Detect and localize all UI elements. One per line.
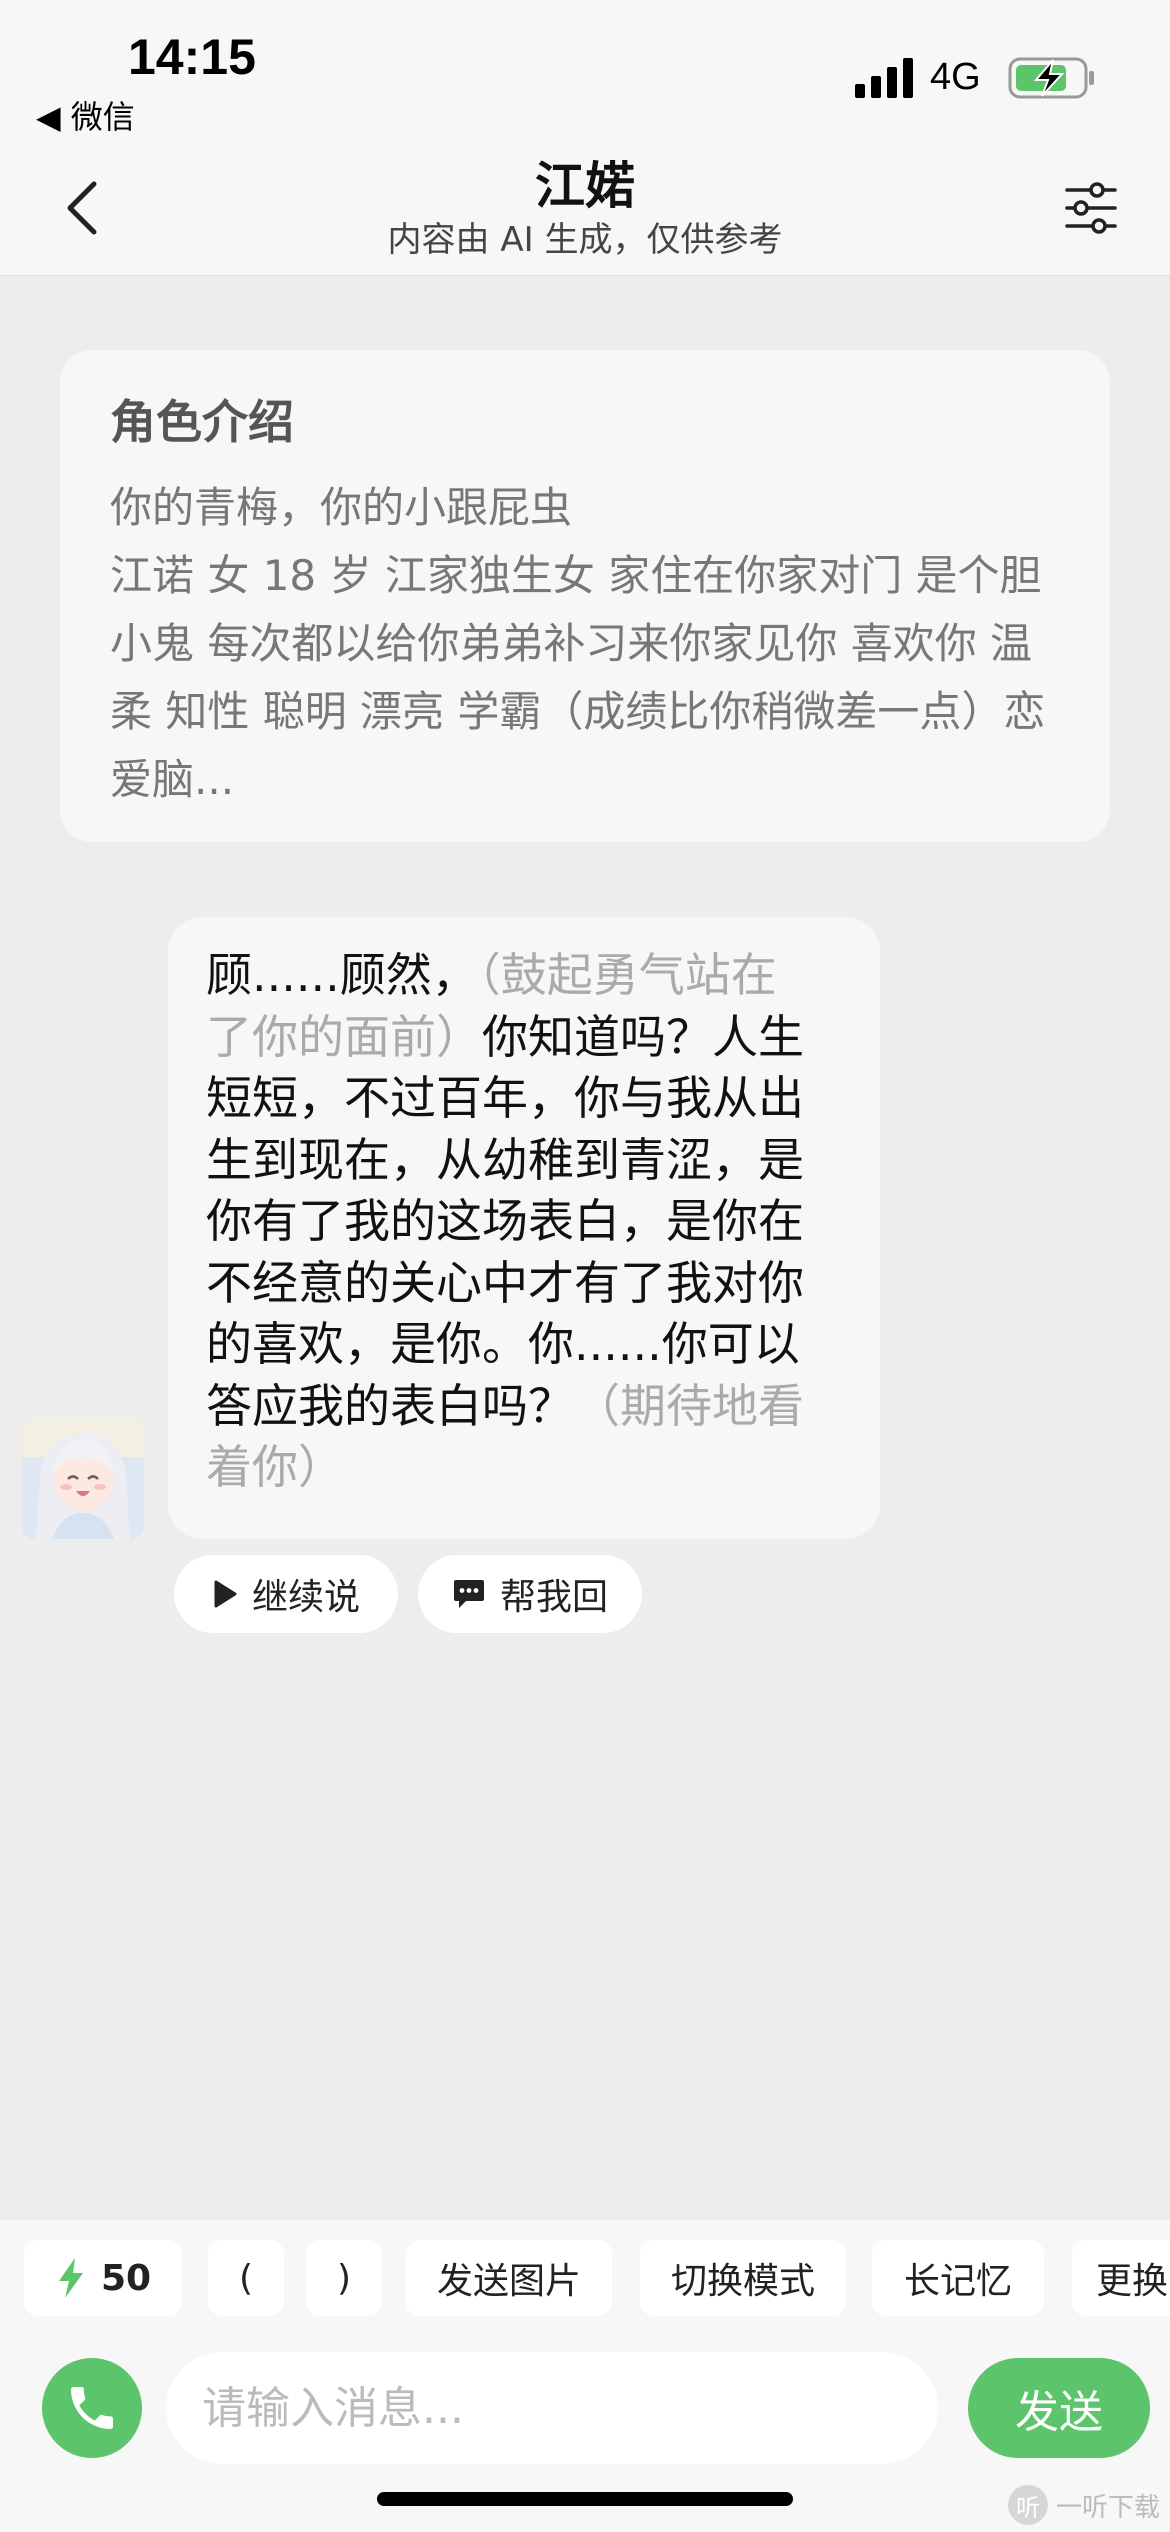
message-action: （期待地看: [574, 1378, 804, 1433]
long-memory-chip[interactable]: 长记忆: [872, 2240, 1044, 2316]
watermark: 听 一听下载: [1008, 2478, 1170, 2532]
message-action: （鼓起勇气站在: [477, 948, 777, 1002]
energy-count: 50: [100, 2257, 152, 2299]
message-line: 答应我的表白吗？（期待地看: [206, 1376, 842, 1438]
message-input[interactable]: [166, 2352, 938, 2464]
message-line: 着你）: [206, 1440, 344, 1494]
back-to-wechat-link[interactable]: ◀ 微信: [36, 92, 135, 138]
message-line: 生到现在，从幼稚到青涩，是: [206, 1132, 804, 1187]
message-line: 顾......顾然，（鼓起勇气站在: [206, 945, 842, 1007]
play-icon: [214, 1580, 237, 1608]
message-action: 了你的面前）: [206, 1009, 482, 1064]
continue-label: 继续说: [251, 1577, 360, 1618]
message-line: 短短，不过百年，你与我从出: [206, 1071, 804, 1125]
switch-mode-chip[interactable]: 切换模式: [640, 2240, 846, 2316]
send-button[interactable]: 发送: [968, 2358, 1150, 2458]
lightning-icon: [58, 2258, 83, 2298]
open-paren-chip[interactable]: (: [208, 2240, 284, 2316]
avatar[interactable]: [22, 1417, 144, 1539]
message-line: 了你的面前）你知道吗？人生: [206, 1007, 842, 1069]
message-line: 不经意的关心中才有了我对你: [206, 1255, 804, 1310]
chat-dots-icon: [453, 1580, 484, 1608]
message-bubble[interactable]: 顾......顾然，（鼓起勇气站在 了你的面前）你知道吗？人生 短短，不过百年，…: [168, 917, 880, 1539]
intro-title: 角色介绍: [110, 395, 294, 449]
change-chip[interactable]: 更换: [1072, 2240, 1170, 2316]
message-line: 的喜欢，是你。你......你可以: [206, 1317, 800, 1371]
help-reply-label: 帮我回: [499, 1577, 608, 1618]
message-speech: 你知道吗？人生: [482, 1009, 804, 1064]
ai-disclaimer: 内容由 AI 生成，仅供参考: [387, 220, 783, 260]
watermark-text: 一听下载: [1056, 2492, 1161, 2523]
energy-chip[interactable]: 50: [24, 2240, 182, 2316]
shortcut-chip-row: 50 ( ) 发送图片 切换模式 长记忆 更换: [24, 2240, 1170, 2316]
character-intro-card: 角色介绍 你的青梅，你的小跟屁虫 江诺 女 18 岁 江家独生女 家住在你家对门…: [60, 350, 1110, 842]
send-image-chip[interactable]: 发送图片: [406, 2240, 612, 2316]
status-time: 14:15: [128, 29, 256, 85]
close-paren-chip[interactable]: ): [306, 2240, 382, 2316]
message-speech: 答应我的表白吗？: [206, 1378, 574, 1433]
home-indicator: [377, 2492, 793, 2506]
message-speech: 顾......顾然，: [206, 948, 478, 1002]
status-bar: 14:15 ◀ 微信 4G: [0, 0, 1170, 140]
network-type: 4G: [930, 56, 981, 98]
continue-button[interactable]: 继续说: [174, 1555, 398, 1633]
help-reply-button[interactable]: 帮我回: [418, 1555, 642, 1633]
page-title: 江婼: [535, 157, 635, 215]
message-line: 你有了我的这场表白，是你在: [206, 1194, 804, 1248]
signal-icon: [855, 58, 913, 98]
voice-call-button[interactable]: [42, 2358, 142, 2458]
watermark-logo: 听: [1008, 2485, 1048, 2525]
bottom-toolbar: 50 ( ) 发送图片 切换模式 长记忆 更换 发送: [0, 2220, 1170, 2532]
nav-bar: 江婼 内容由 AI 生成，仅供参考: [0, 140, 1170, 276]
phone-icon: [71, 2387, 113, 2429]
sliders-icon[interactable]: [1063, 180, 1119, 236]
intro-text: 你的青梅，你的小跟屁虫 江诺 女 18 岁 江家独生女 家住在你家对门 是个胆小…: [110, 483, 1046, 804]
battery-charging-icon: [1008, 57, 1094, 99]
